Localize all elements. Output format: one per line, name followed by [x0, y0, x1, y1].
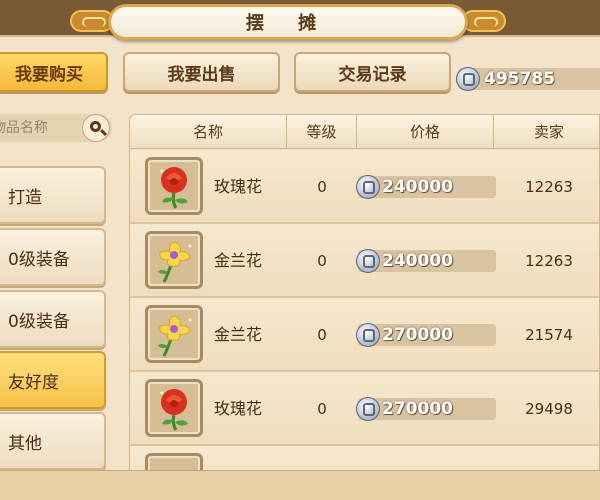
rose-icon	[145, 379, 203, 437]
column-header-level: 等级	[287, 115, 357, 149]
item-seller: 12263	[525, 252, 573, 270]
item-price: 240000	[356, 249, 496, 273]
page-title: 摆 摊	[245, 13, 331, 34]
category-label: 0级装备	[8, 249, 70, 270]
price-value: 240000	[382, 251, 453, 271]
item-name: 玫瑰花	[214, 399, 263, 418]
bottom-bar	[0, 470, 600, 500]
tab-trade-record-label: 交易记录	[338, 64, 407, 85]
tab-buy-label: 我要购买	[15, 64, 83, 85]
silver-coin-icon	[356, 323, 380, 347]
tab-sell-label: 我要出售	[167, 64, 236, 85]
item-name: 玫瑰花	[214, 177, 263, 196]
category-list: 打造 0级装备 0级装备 友好度 其他	[0, 160, 112, 500]
item-price: 240000	[356, 175, 496, 199]
item-level: 0	[317, 178, 327, 196]
tab-buy[interactable]: 我要购买	[0, 52, 108, 92]
balance-value: 495785	[484, 69, 555, 89]
price-value: 270000	[382, 399, 453, 419]
orchid-icon	[145, 231, 203, 289]
orchid-icon	[145, 305, 203, 363]
silver-coin-icon	[356, 175, 380, 199]
category-label: 其他	[8, 433, 42, 454]
item-level: 0	[317, 326, 327, 344]
stall-listing-table: 名称 等级 价格 卖家 玫瑰花 0 240000 12263 金兰花 0 240…	[129, 114, 600, 500]
category-label: 0级装备	[8, 311, 70, 332]
search-input[interactable]	[0, 114, 80, 142]
silver-coin-icon	[456, 67, 480, 91]
table-row[interactable]: 金兰花 0 270000 21574	[130, 298, 599, 372]
column-header-price: 价格	[357, 115, 494, 149]
price-value: 270000	[382, 325, 453, 345]
column-header-seller: 卖家	[533, 123, 564, 141]
title-banner: 摆 摊	[108, 4, 468, 40]
rose-icon	[145, 157, 203, 215]
tab-trade-record[interactable]: 交易记录	[294, 52, 451, 92]
silver-coin-icon	[356, 397, 380, 421]
category-label: 友好度	[8, 372, 59, 393]
item-price: 270000	[356, 397, 496, 421]
item-price: 270000	[356, 323, 496, 347]
category-item-friendship[interactable]: 友好度	[0, 351, 106, 409]
category-label: 打造	[8, 187, 42, 208]
item-name: 金兰花	[214, 251, 263, 270]
item-seller: 29498	[525, 400, 573, 418]
item-name: 金兰花	[214, 325, 263, 344]
banner-ornament-right	[462, 10, 506, 32]
item-level: 0	[317, 252, 327, 270]
table-row[interactable]: 玫瑰花 0 240000 12263	[130, 150, 599, 224]
table-header: 名称 等级 价格 卖家	[130, 115, 599, 149]
tab-sell[interactable]: 我要出售	[123, 52, 280, 92]
category-item-equipment-2[interactable]: 0级装备	[0, 290, 106, 348]
silver-coin-icon	[356, 249, 380, 273]
search-bar	[0, 114, 112, 142]
search-button[interactable]	[82, 114, 110, 142]
category-item-forge[interactable]: 打造	[0, 166, 106, 224]
category-item-equipment[interactable]: 0级装备	[0, 228, 106, 286]
price-value: 240000	[382, 177, 453, 197]
item-level: 0	[317, 400, 327, 418]
table-row[interactable]: 玫瑰花 0 270000 29498	[130, 372, 599, 446]
item-seller: 21574	[525, 326, 573, 344]
table-row[interactable]: 金兰花 0 240000 12263	[130, 224, 599, 298]
column-header-name: 名称	[130, 115, 287, 149]
category-item-other[interactable]: 其他	[0, 412, 106, 470]
silver-balance: 495785	[456, 67, 600, 91]
item-seller: 12263	[525, 178, 573, 196]
